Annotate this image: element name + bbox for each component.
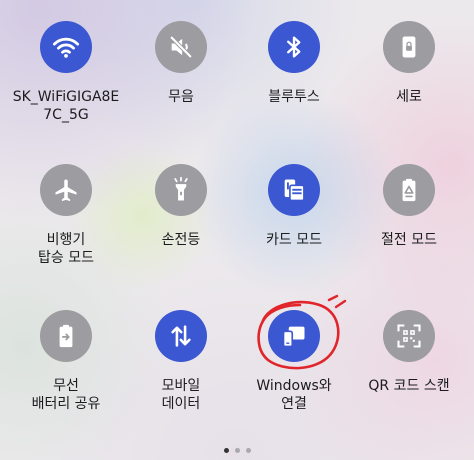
flashlight-toggle[interactable] [155, 164, 207, 216]
tile-qr-scan[interactable]: QR 코드 스캔 [350, 310, 468, 395]
wireless-battery-share-icon [59, 324, 73, 348]
airplane-toggle[interactable] [40, 164, 92, 216]
wireless-battery-share-toggle[interactable] [40, 310, 92, 362]
flashlight-icon [174, 176, 188, 201]
link-to-windows-icon [282, 326, 305, 348]
quick-panel: { "tiles": [ {"label": "SK_WiFiGIGA8E\n7… [0, 0, 474, 460]
tile-label: SK_WiFiGIGA8E 7C_5G [12, 89, 120, 123]
tile-mute[interactable]: 무음 [122, 21, 240, 106]
card-mode-toggle[interactable] [268, 164, 320, 216]
portrait-toggle[interactable] [383, 21, 435, 73]
tile-label: 무음 [168, 89, 194, 105]
mute-icon [170, 36, 192, 58]
wifi-toggle[interactable] [40, 21, 92, 73]
bluetooth-toggle[interactable] [268, 21, 320, 73]
page-dot-3[interactable] [245, 448, 251, 453]
qr-scan-icon [397, 324, 421, 348]
power-saving-icon [402, 178, 416, 202]
page-dot-2[interactable] [234, 448, 240, 453]
tile-power-saving[interactable]: 절전 모드 [350, 164, 468, 249]
mute-toggle[interactable] [155, 21, 207, 73]
card-mode-icon [284, 179, 305, 202]
wifi-icon [52, 37, 80, 58]
tile-label: QR 코드 스캔 [368, 378, 450, 394]
tile-label: 비행기 탑승 모드 [38, 232, 94, 266]
tile-wifi[interactable]: SK_WiFiGIGA8E 7C_5G [7, 21, 125, 124]
qr-scan-toggle[interactable] [383, 310, 435, 362]
tile-label: 모바일 데이터 [161, 378, 201, 412]
tile-airplane[interactable]: 비행기 탑승 모드 [7, 164, 125, 267]
tile-link-to-windows[interactable]: Windows와 연결 [235, 310, 353, 413]
tile-label: 카드 모드 [266, 232, 322, 248]
mobile-data-toggle[interactable] [155, 310, 207, 362]
page-dot-1[interactable] [223, 448, 229, 453]
tile-label: 무선 배터리 공유 [31, 378, 101, 412]
tile-mobile-data[interactable]: 모바일 데이터 [122, 310, 240, 413]
tile-label: 손전등 [161, 232, 201, 248]
tile-label: 세로 [396, 89, 422, 105]
tile-portrait[interactable]: 세로 [350, 21, 468, 106]
power-saving-toggle[interactable] [383, 164, 435, 216]
tile-label: 절전 모드 [381, 232, 437, 248]
tile-label: 블루투스 [268, 89, 320, 105]
tile-bluetooth[interactable]: 블루투스 [235, 21, 353, 106]
portrait-lock-icon [402, 36, 416, 58]
tile-wireless-battery-share[interactable]: 무선 배터리 공유 [7, 310, 125, 413]
tile-card-mode[interactable]: 카드 모드 [235, 164, 353, 249]
tile-flashlight[interactable]: 손전등 [122, 164, 240, 249]
bluetooth-icon [287, 36, 301, 58]
tile-label: Windows와 연결 [256, 378, 332, 412]
link-to-windows-toggle[interactable] [268, 310, 320, 362]
mobile-data-icon [171, 325, 191, 347]
page-indicator [0, 440, 474, 459]
airplane-icon [55, 179, 77, 202]
